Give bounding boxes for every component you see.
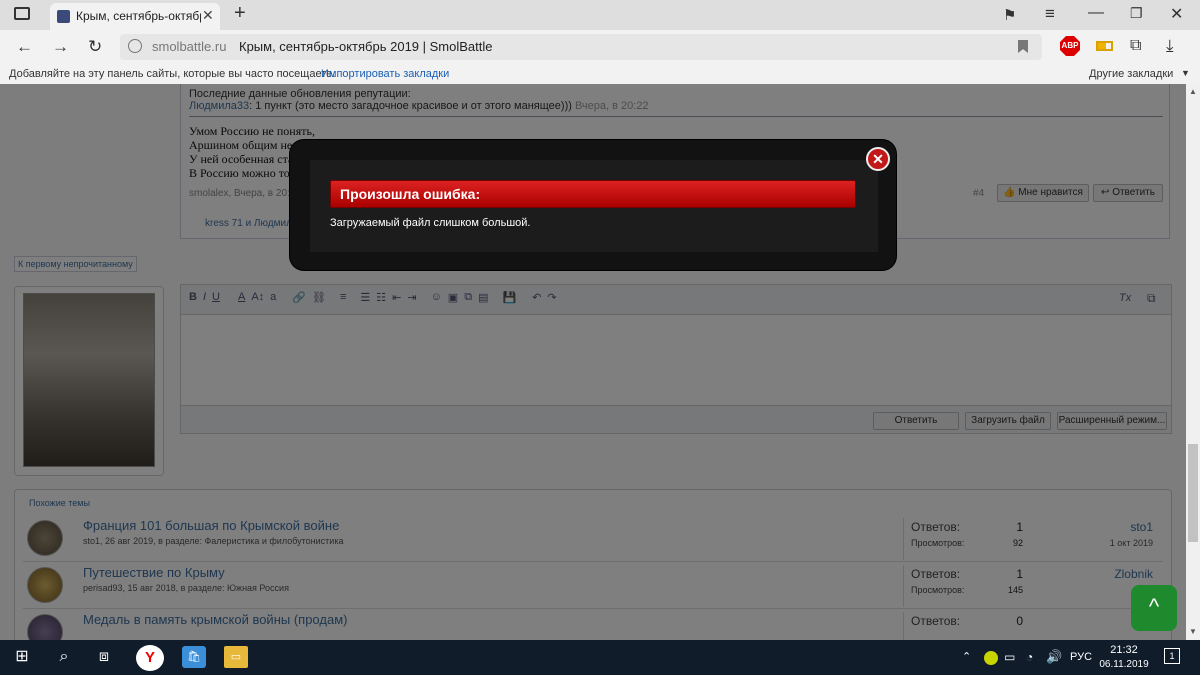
file-explorer-icon[interactable]: ▭ bbox=[224, 646, 248, 668]
task-view-icon[interactable]: ⧈ bbox=[92, 646, 116, 668]
error-modal: Произошла ошибка: Загружаемый файл слишк… bbox=[290, 140, 896, 270]
tray-battery-icon[interactable]: ▭ bbox=[1004, 650, 1015, 664]
error-title: Произошла ошибка: bbox=[340, 186, 481, 202]
chevron-down-icon[interactable]: ▼ bbox=[1181, 68, 1190, 78]
back-icon[interactable]: ← bbox=[16, 37, 33, 57]
error-message: Загружаемый файл слишком большой. bbox=[330, 217, 531, 229]
other-bookmarks[interactable]: Другие закладки bbox=[1089, 68, 1173, 80]
scroll-to-top-button[interactable]: ^ bbox=[1131, 585, 1177, 631]
windows-start-icon[interactable]: ⊞ bbox=[10, 646, 34, 668]
tray-chevron-icon[interactable]: ⌃ bbox=[962, 650, 971, 663]
input-language[interactable]: РУС bbox=[1070, 651, 1092, 663]
modal-close-button[interactable]: ✕ bbox=[866, 147, 890, 171]
globe-icon bbox=[128, 39, 142, 53]
address-field[interactable]: smolbattle.ru Крым, сентябрь-октябрь 201… bbox=[120, 34, 1042, 60]
downloads-icon[interactable]: ⤓ bbox=[1166, 36, 1174, 56]
menu-icon[interactable]: ≡ bbox=[1045, 4, 1055, 24]
search-icon[interactable]: ⌕ bbox=[52, 646, 76, 668]
tab-close-icon[interactable]: ✕ bbox=[202, 7, 214, 24]
scroll-thumb[interactable] bbox=[1188, 444, 1198, 542]
scroll-down-icon[interactable]: ▼ bbox=[1189, 627, 1197, 636]
modal-heading: Произошла ошибка: bbox=[330, 180, 856, 208]
translate-icon[interactable]: ⧉ bbox=[1130, 37, 1141, 55]
battery-icon[interactable] bbox=[1096, 41, 1113, 51]
page-scrollbar[interactable]: ▲ ▼ bbox=[1186, 84, 1200, 640]
restore-icon[interactable]: ❐ bbox=[1130, 5, 1143, 22]
site-favicon-icon bbox=[57, 10, 70, 23]
tab-bar: Крым, сентябрь-октябрь ✕ + ⚑ ≡ — ❐ ✕ bbox=[0, 0, 1200, 30]
taskbar: ⊞ ⌕ ⧈ Y 🛍 ▭ ⌃ ▭ ◔ 🔊 РУС 21:32 06.11.2019… bbox=[0, 640, 1200, 675]
bookmarks-hint: Добавляйте на эту панель сайты, которые … bbox=[9, 68, 336, 80]
store-icon[interactable]: 🛍 bbox=[182, 646, 206, 668]
import-bookmarks-link[interactable]: Импортировать закладки bbox=[321, 68, 449, 80]
tray-network-icon[interactable]: ◔ bbox=[1026, 650, 1033, 664]
clock-date[interactable]: 06.11.2019 bbox=[1096, 659, 1152, 670]
notifications-count: 1 bbox=[1169, 651, 1175, 661]
minimize-icon[interactable]: — bbox=[1088, 4, 1104, 22]
bookmark-icon[interactable] bbox=[1018, 40, 1028, 53]
tray-app-icon[interactable] bbox=[984, 651, 998, 665]
forward-icon[interactable]: → bbox=[52, 37, 69, 57]
close-window-icon[interactable]: ✕ bbox=[1170, 4, 1183, 24]
clock-time[interactable]: 21:32 bbox=[1104, 644, 1144, 656]
tray-volume-icon[interactable]: 🔊 bbox=[1046, 649, 1062, 665]
notifications-icon[interactable]: 1 bbox=[1164, 648, 1180, 664]
bookmarks-panel-icon[interactable]: ⚑ bbox=[1003, 6, 1016, 24]
address-domain: smolbattle.ru bbox=[152, 39, 227, 54]
address-page-title: Крым, сентябрь-октябрь 2019 | SmolBattle bbox=[239, 39, 493, 54]
new-tab-button[interactable]: + bbox=[234, 2, 246, 25]
reload-icon[interactable]: ↻ bbox=[88, 37, 102, 57]
yandex-browser-icon[interactable]: Y bbox=[136, 645, 164, 671]
scroll-up-icon[interactable]: ▲ bbox=[1189, 87, 1197, 96]
bookmarks-bar: Добавляйте на эту панель сайты, которые … bbox=[0, 64, 1200, 84]
tab-title: Крым, сентябрь-октябрь bbox=[76, 9, 201, 23]
tab-active[interactable]: Крым, сентябрь-октябрь ✕ bbox=[50, 3, 220, 30]
adblock-icon[interactable]: ABP bbox=[1060, 36, 1080, 56]
address-bar-row: ← → ↻ smolbattle.ru Крым, сентябрь-октяб… bbox=[0, 30, 1200, 64]
tabs-menu-icon[interactable] bbox=[14, 7, 30, 20]
